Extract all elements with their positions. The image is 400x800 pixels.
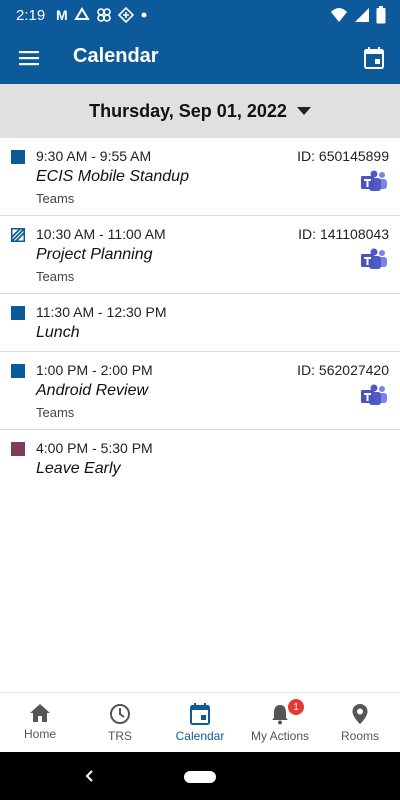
event-color-swatch-striped (11, 228, 25, 242)
event-title: Android Review (36, 382, 149, 399)
status-bar: 2:19 M (0, 0, 400, 32)
teams-icon[interactable] (361, 170, 387, 192)
home-gesture-pill[interactable] (184, 771, 216, 783)
battery-icon (376, 6, 386, 24)
nav-label: My Actions (250, 729, 310, 743)
hamburger-menu-icon (19, 51, 39, 66)
status-notification-icons: M (56, 6, 148, 24)
selected-date: Thursday, Sep 01, 2022 (89, 100, 287, 121)
calendar-picker-button[interactable] (360, 44, 388, 72)
event-title: Project Planning (36, 246, 153, 263)
status-system-icons (330, 6, 386, 24)
menu-button[interactable] (14, 44, 44, 72)
event-color-swatch (11, 150, 25, 164)
meeting-id: ID: 562027420 (297, 362, 389, 378)
sync-icon (73, 7, 90, 20)
event-subtitle: Teams (36, 405, 75, 420)
event-item-lunch[interactable]: 11:30 AM - 12:30 PM Lunch (0, 294, 400, 352)
event-item-project-planning[interactable]: 10:30 AM - 11:00 AM Project Planning Tea… (0, 216, 400, 294)
nav-item-home[interactable]: Home (0, 693, 80, 752)
meeting-id: ID: 141108043 (298, 226, 389, 242)
calendar-icon (190, 703, 210, 725)
nav-item-my-actions[interactable]: 1 My Actions (240, 693, 320, 752)
notification-badge: 1 (288, 699, 304, 715)
wifi-icon (331, 8, 347, 22)
event-item-android-review[interactable]: 1:00 PM - 2:00 PM Android Review Teams I… (0, 352, 400, 430)
event-time: 1:00 PM - 2:00 PM (36, 362, 153, 378)
bell-icon (272, 705, 288, 725)
bottom-navigation: Home TRS Calendar 1 My Actions Rooms (0, 692, 400, 752)
event-subtitle: Teams (36, 269, 75, 284)
event-color-swatch (11, 306, 25, 320)
dot-icon (141, 12, 147, 18)
event-time: 10:30 AM - 11:00 AM (36, 226, 166, 242)
signal-icon (355, 8, 369, 22)
location-pin-icon (352, 704, 368, 724)
clock-icon (110, 704, 130, 724)
date-selector[interactable]: Thursday, Sep 01, 2022 (0, 84, 400, 138)
event-color-swatch (11, 364, 25, 378)
event-title: ECIS Mobile Standup (36, 168, 189, 185)
event-list: 9:30 AM - 9:55 AM ECIS Mobile Standup Te… (0, 138, 400, 488)
event-title: Leave Early (36, 460, 121, 477)
system-navigation-bar (0, 752, 400, 800)
event-title: Lunch (36, 324, 80, 341)
teams-icon[interactable] (361, 384, 387, 406)
back-icon[interactable] (80, 766, 100, 786)
nav-label: TRS (108, 729, 132, 743)
event-item-leave-early[interactable]: 4:00 PM - 5:30 PM Leave Early (0, 430, 400, 488)
nav-label: Home (23, 727, 56, 741)
event-time: 4:00 PM - 5:30 PM (36, 440, 153, 456)
page-title: Calendar (73, 45, 159, 67)
gmail-icon: M (56, 7, 68, 23)
dropdown-arrow-icon (296, 107, 311, 115)
nav-item-calendar[interactable]: Calendar (160, 693, 240, 752)
nav-label: Calendar (175, 729, 225, 743)
event-item-ecis-mobile-standup[interactable]: 9:30 AM - 9:55 AM ECIS Mobile Standup Te… (0, 138, 400, 216)
teams-icon[interactable] (361, 248, 387, 270)
nav-item-rooms[interactable]: Rooms (320, 693, 400, 752)
assistant-icon (117, 7, 134, 23)
nav-item-trs[interactable]: TRS (80, 693, 160, 752)
event-subtitle: Teams (36, 191, 75, 206)
nav-label: Rooms (340, 729, 379, 743)
event-time: 11:30 AM - 12:30 PM (36, 304, 167, 320)
app-bar: Calendar (0, 32, 400, 84)
event-time: 9:30 AM - 9:55 AM (36, 148, 152, 164)
home-icon (30, 704, 50, 722)
meeting-id: ID: 650145899 (297, 148, 389, 164)
status-time: 2:19 (16, 7, 46, 24)
calendar-icon (364, 47, 384, 69)
event-color-swatch (11, 442, 25, 456)
fan-icon (96, 8, 111, 22)
